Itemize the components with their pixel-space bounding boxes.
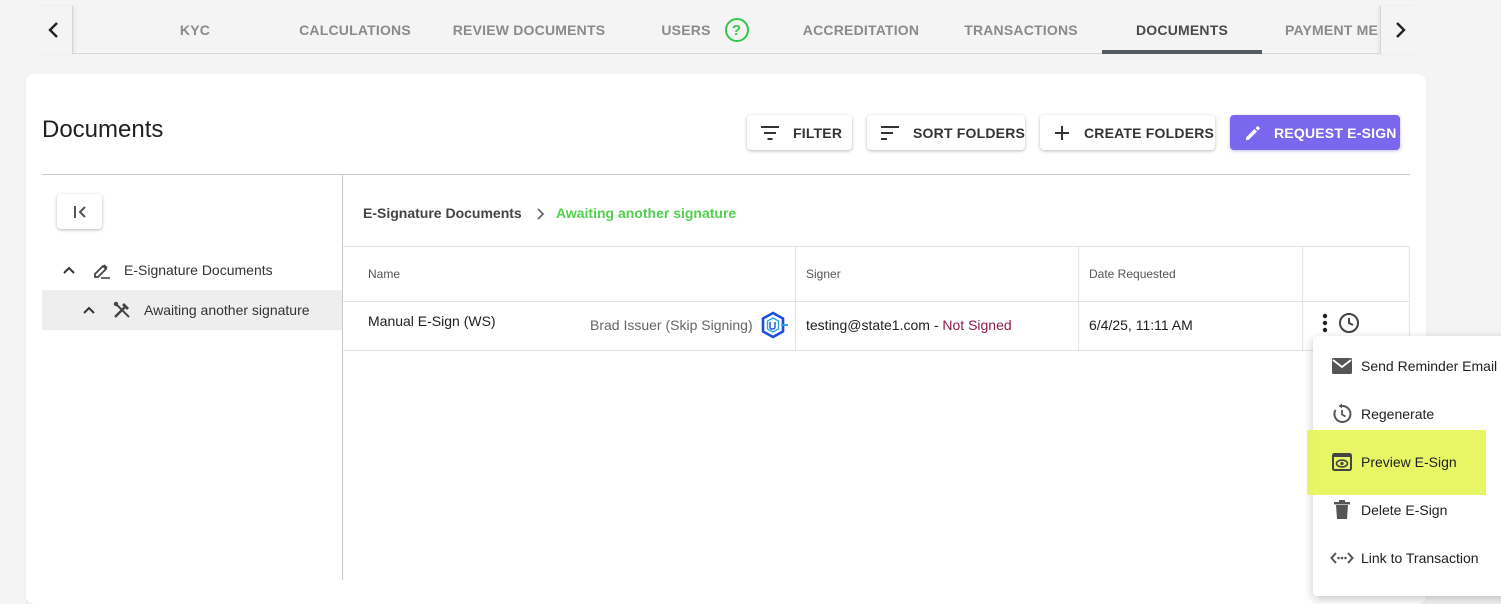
menu-item-preview-e-sign[interactable]: Preview E-Sign bbox=[1313, 438, 1501, 486]
trash-icon bbox=[1330, 499, 1354, 521]
tabs-scroll-right-button[interactable] bbox=[1380, 6, 1418, 54]
menu-item-label: Preview E-Sign bbox=[1361, 454, 1457, 470]
more-vert-icon[interactable] bbox=[1317, 312, 1333, 334]
filter-button[interactable]: FILTER bbox=[747, 115, 852, 150]
sidebar-divider bbox=[342, 175, 343, 580]
menu-item-regenerate[interactable]: Regenerate bbox=[1313, 390, 1501, 438]
tree-item-label: Awaiting another signature bbox=[144, 302, 310, 318]
signer-status: Not Signed bbox=[942, 317, 1012, 333]
column-header-name[interactable]: Name bbox=[368, 267, 400, 281]
sort-folders-label: SORT FOLDERS bbox=[913, 124, 1026, 141]
mail-icon bbox=[1330, 357, 1354, 375]
menu-item-delete-e-sign[interactable]: Delete E-Sign bbox=[1313, 486, 1501, 534]
issuer-logo-icon bbox=[760, 311, 790, 344]
request-e-sign-button[interactable]: REQUEST E-SIGN bbox=[1230, 115, 1400, 150]
pencil-icon bbox=[1244, 124, 1262, 142]
tools-icon bbox=[112, 300, 132, 320]
table-header-row bbox=[343, 247, 1410, 302]
breadcrumb-root[interactable]: E-Signature Documents bbox=[363, 205, 522, 221]
filter-icon bbox=[761, 125, 779, 140]
tab-payment-methods[interactable]: PAYMENT MET bbox=[1272, 6, 1378, 54]
regenerate-icon bbox=[1330, 403, 1354, 425]
tab-calculations[interactable]: CALCULATIONS bbox=[285, 6, 425, 54]
menu-item-send-reminder-email[interactable]: Send Reminder Email bbox=[1313, 342, 1501, 390]
column-divider bbox=[1078, 247, 1079, 350]
menu-item-label: Regenerate bbox=[1361, 406, 1435, 422]
create-folders-button[interactable]: CREATE FOLDERS bbox=[1040, 115, 1215, 150]
column-divider bbox=[1302, 247, 1303, 350]
sort-icon bbox=[881, 125, 899, 140]
date-requested: 6/4/25, 11:11 AM bbox=[1089, 317, 1193, 333]
menu-item-link-to-transaction[interactable]: Link to Transaction bbox=[1313, 534, 1501, 582]
table-row-divider bbox=[343, 350, 1410, 351]
tab-users[interactable]: USERS ? bbox=[640, 6, 770, 54]
content-divider bbox=[42, 174, 1410, 175]
history-clock-icon[interactable] bbox=[1338, 312, 1360, 339]
column-divider bbox=[795, 247, 796, 350]
signer-cell: testing@state1.com - Not Signed bbox=[806, 317, 1012, 333]
breadcrumb-current: Awaiting another signature bbox=[556, 205, 737, 221]
tab-accreditation[interactable]: ACCREDITATION bbox=[795, 6, 927, 54]
active-tab-indicator bbox=[1102, 50, 1262, 54]
tab-transactions[interactable]: TRANSACTIONS bbox=[955, 6, 1087, 54]
menu-item-label: Link to Transaction bbox=[1361, 550, 1479, 566]
signature-pen-icon bbox=[92, 260, 112, 280]
collapse-left-icon bbox=[73, 205, 86, 218]
preview-icon bbox=[1330, 452, 1354, 472]
filter-button-label: FILTER bbox=[793, 124, 843, 141]
chevron-left-icon bbox=[47, 22, 58, 38]
document-name[interactable]: Manual E-Sign (WS) bbox=[368, 313, 496, 329]
column-header-signer[interactable]: Signer bbox=[806, 267, 841, 281]
tab-review-documents[interactable]: REVIEW DOCUMENTS bbox=[450, 6, 608, 54]
tab-kyc[interactable]: KYC bbox=[145, 6, 245, 54]
help-circle-icon[interactable]: ? bbox=[724, 18, 749, 42]
tree-item-e-signature-documents[interactable]: E-Signature Documents bbox=[42, 250, 342, 290]
chevron-up-icon[interactable] bbox=[82, 305, 96, 315]
link-icon bbox=[1330, 551, 1354, 565]
tree-item-label: E-Signature Documents bbox=[124, 262, 273, 278]
chevron-right-icon bbox=[535, 207, 545, 226]
chevron-right-icon bbox=[1395, 22, 1406, 38]
menu-item-label: Send Reminder Email bbox=[1361, 358, 1498, 374]
plus-icon bbox=[1054, 125, 1070, 141]
menu-item-label: Delete E-Sign bbox=[1361, 502, 1448, 518]
request-e-sign-label: REQUEST E-SIGN bbox=[1274, 124, 1397, 141]
page-title: Documents bbox=[42, 116, 164, 143]
tabs-scroll-left-button[interactable] bbox=[35, 6, 73, 54]
tree-item-awaiting-another-signature[interactable]: Awaiting another signature bbox=[42, 290, 342, 330]
tab-users-label: USERS bbox=[661, 22, 711, 38]
signer-separator: - bbox=[929, 317, 943, 333]
create-folders-label: CREATE FOLDERS bbox=[1084, 124, 1215, 141]
chevron-up-icon[interactable] bbox=[62, 265, 76, 275]
sort-folders-button[interactable]: SORT FOLDERS bbox=[867, 115, 1025, 150]
tab-documents[interactable]: DOCUMENTS bbox=[1102, 6, 1262, 54]
issuer-name: Brad Issuer (Skip Signing) bbox=[590, 317, 753, 333]
collapse-sidebar-button[interactable] bbox=[57, 194, 102, 229]
column-header-date-requested[interactable]: Date Requested bbox=[1089, 267, 1176, 281]
signer-email: testing@state1.com bbox=[806, 317, 930, 333]
